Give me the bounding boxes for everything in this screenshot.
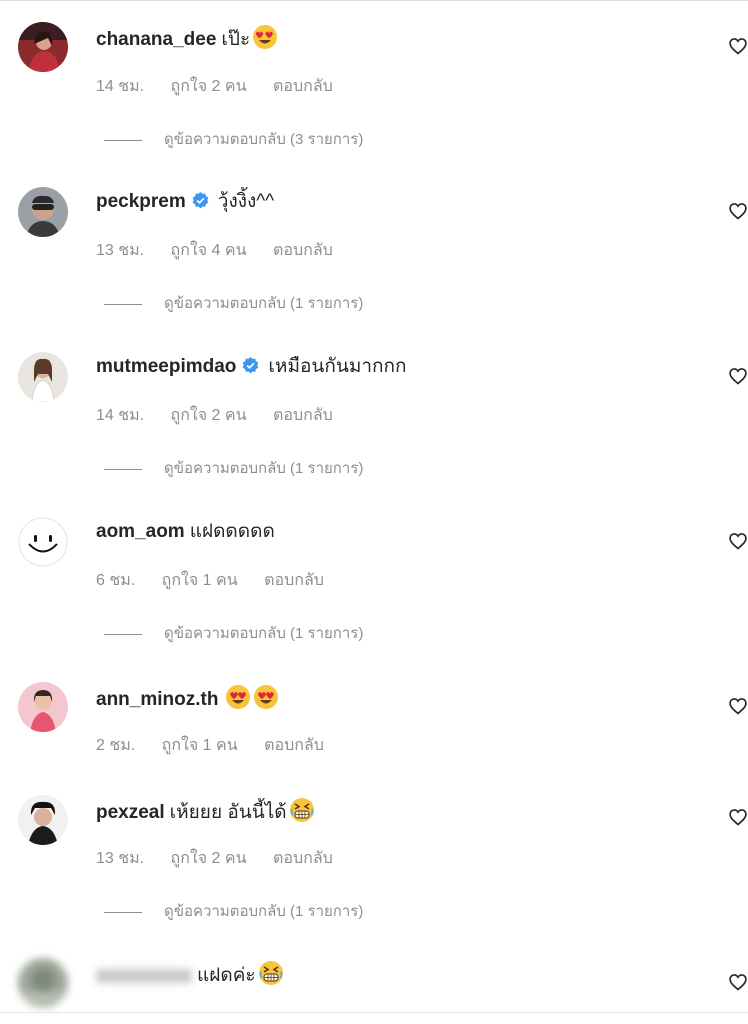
blurred-username <box>96 968 192 983</box>
view-replies-label: ดูข้อความตอบกลับ (1 รายการ) <box>164 295 364 312</box>
comment-text: เป๊ะ <box>221 29 251 50</box>
profile-photo-icon <box>18 187 68 237</box>
avatar[interactable] <box>18 682 68 732</box>
reply-button[interactable]: ตอบกลับ <box>273 850 333 867</box>
like-heart-icon[interactable] <box>728 201 748 221</box>
comment-line: peckprem วุ้งงิ้ง^^ <box>96 189 274 215</box>
view-replies-label: ดูข้อความตอบกลับ (1 รายการ) <box>164 903 364 920</box>
comment-likes[interactable]: ถูกใจ 1 คน <box>162 737 238 754</box>
comment-line: mutmeepimdao เหมือนกันมากกก <box>96 354 407 380</box>
comment-username[interactable]: peckprem <box>96 191 186 212</box>
avatar[interactable] <box>18 958 68 1008</box>
verified-badge-icon <box>192 192 209 209</box>
like-heart-icon[interactable] <box>728 366 748 386</box>
view-replies-label: ดูข้อความตอบกลับ (3 รายการ) <box>164 131 364 148</box>
view-replies-button[interactable]: ดูข้อความตอบกลับ (3 รายการ) <box>104 130 363 150</box>
comment-likes[interactable]: ถูกใจ 2 คน <box>171 78 247 95</box>
reply-button[interactable]: ตอบกลับ <box>264 572 324 589</box>
comment-text: แฝดค่ะ <box>197 965 256 986</box>
comment-meta: 13 ชม. ถูกใจ 2 คน ตอบกลับ <box>96 849 355 869</box>
comment-meta: 13 ชม. ถูกใจ 4 คน ตอบกลับ <box>96 241 355 261</box>
reply-button[interactable]: ตอบกลับ <box>273 78 333 95</box>
comment-time: 13 ชม. <box>96 242 145 259</box>
avatar[interactable] <box>18 22 68 72</box>
view-replies-label: ดูข้อความตอบกลับ (1 รายการ) <box>164 625 364 642</box>
replies-dash <box>104 139 142 141</box>
heart-eyes-emoji-icon <box>226 685 251 709</box>
profile-photo-icon <box>18 352 68 402</box>
comment-time: 2 ชม. <box>96 737 136 754</box>
reply-button[interactable]: ตอบกลับ <box>273 407 333 424</box>
avatar[interactable] <box>18 187 68 237</box>
avatar[interactable] <box>18 795 68 845</box>
reply-button[interactable]: ตอบกลับ <box>264 737 324 754</box>
heart-eyes-emoji-icon <box>254 685 279 709</box>
comment-line: pexzeal เห้ยยย อันนี้ได้ <box>96 797 315 823</box>
comment-meta: 14 ชม. ถูกใจ 2 คน ตอบกลับ <box>96 406 355 426</box>
comment-likes[interactable]: ถูกใจ 1 คน <box>162 572 238 589</box>
like-heart-icon[interactable] <box>728 807 748 827</box>
avatar[interactable] <box>18 352 68 402</box>
avatar[interactable] <box>18 517 68 567</box>
replies-dash <box>104 633 142 635</box>
smiley-face-icon <box>18 517 68 567</box>
comment-likes[interactable]: ถูกใจ 2 คน <box>171 850 247 867</box>
view-replies-button[interactable]: ดูข้อความตอบกลับ (1 รายการ) <box>104 902 363 922</box>
comment-line: aom_aom แฝดดดดด <box>96 519 275 545</box>
bottom-divider <box>0 1012 748 1013</box>
comment-text: เหมือนกันมากกก <box>268 356 407 377</box>
comment-meta: 2 ชม. ถูกใจ 1 คน ตอบกลับ <box>96 736 346 756</box>
view-replies-button[interactable]: ดูข้อความตอบกลับ (1 รายการ) <box>104 624 363 644</box>
comment-time: 14 ชม. <box>96 407 145 424</box>
grinning-squinting-emoji-icon <box>258 961 283 985</box>
reply-button[interactable]: ตอบกลับ <box>273 242 333 259</box>
comment-meta: 6 ชม. ถูกใจ 1 คน ตอบกลับ <box>96 571 346 591</box>
profile-photo-icon <box>18 682 68 732</box>
profile-photo-icon <box>18 22 68 72</box>
replies-dash <box>104 468 142 470</box>
comment-line: chanana_dee เป๊ะ <box>96 24 278 50</box>
comment-username[interactable]: mutmeepimdao <box>96 356 236 377</box>
comment-username[interactable]: chanana_dee <box>96 29 216 50</box>
like-heart-icon[interactable] <box>728 531 748 551</box>
comment-meta: 14 ชม. ถูกใจ 2 คน ตอบกลับ <box>96 77 355 97</box>
profile-photo-icon <box>18 795 68 845</box>
comment-time: 6 ชม. <box>96 572 136 589</box>
replies-dash <box>104 911 142 913</box>
comment-text: แฝดดดดด <box>189 521 275 542</box>
comment-line: แฝดค่ะ <box>96 960 284 986</box>
blurred-profile-photo-icon <box>18 958 68 1008</box>
heart-eyes-emoji-icon <box>253 25 278 49</box>
like-heart-icon[interactable] <box>728 696 748 716</box>
view-replies-label: ดูข้อความตอบกลับ (1 รายการ) <box>164 460 364 477</box>
comment-time: 14 ชม. <box>96 78 145 95</box>
comment-username[interactable]: pexzeal <box>96 802 165 823</box>
view-replies-button[interactable]: ดูข้อความตอบกลับ (1 รายการ) <box>104 459 363 479</box>
replies-dash <box>104 303 142 305</box>
comment-text: วุ้งงิ้ง^^ <box>217 191 275 212</box>
like-heart-icon[interactable] <box>728 972 748 992</box>
like-heart-icon[interactable] <box>728 36 748 56</box>
verified-badge-icon <box>243 357 259 374</box>
view-replies-button[interactable]: ดูข้อความตอบกลับ (1 รายการ) <box>104 294 363 314</box>
comment-text: เห้ยยย อันนี้ได้ <box>169 802 287 823</box>
comment-likes[interactable]: ถูกใจ 2 คน <box>171 407 247 424</box>
comment-username[interactable]: aom_aom <box>96 521 185 542</box>
comment-username[interactable]: ann_minoz.th <box>96 689 218 710</box>
top-divider <box>0 0 748 4</box>
comment-time: 13 ชม. <box>96 850 145 867</box>
comment-line: ann_minoz.th <box>96 684 279 710</box>
comment-likes[interactable]: ถูกใจ 4 คน <box>171 242 247 259</box>
grinning-squinting-emoji-icon <box>289 798 314 822</box>
